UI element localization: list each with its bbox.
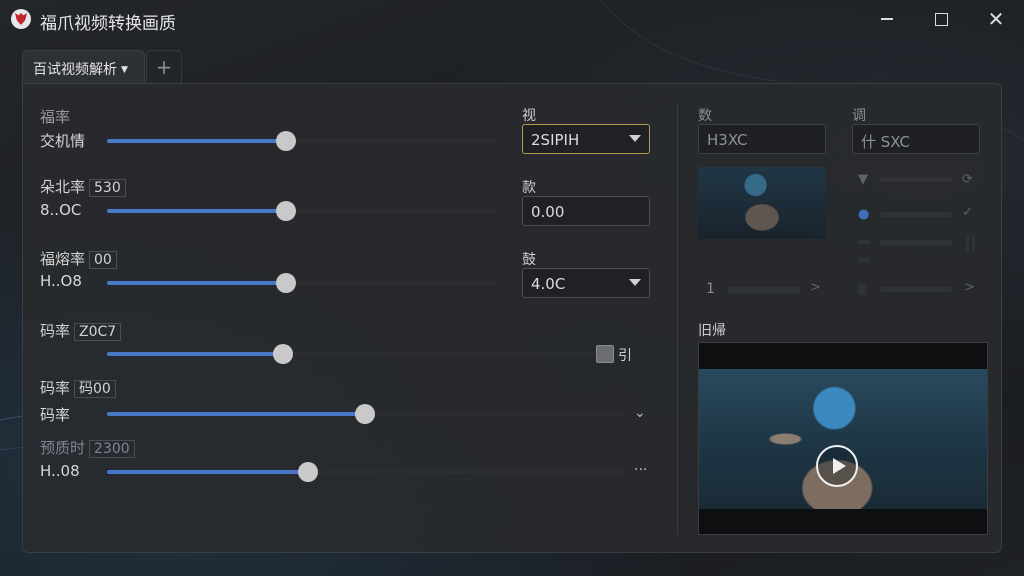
field-value: 什 SXC (861, 133, 910, 151)
setting-value: 交机情 (40, 132, 86, 150)
chevron-down-icon[interactable]: ⌄ (634, 405, 646, 421)
rate-select[interactable]: 4.0C (522, 268, 650, 298)
plus-icon: + (155, 55, 173, 79)
filter-icon[interactable]: ▼ (858, 172, 868, 187)
setting-tag: 2300 (89, 440, 135, 458)
setting-value: 8..OC (40, 201, 82, 219)
setting-label-text: 码率 (40, 322, 71, 340)
placeholder-bar (880, 177, 952, 182)
app-title: 福爪视频转换画质 (40, 14, 176, 34)
add-tab-button[interactable]: + (146, 50, 182, 84)
setting-label: 福率 (40, 108, 71, 126)
divider (677, 104, 678, 534)
slider[interactable] (107, 462, 623, 482)
close-button[interactable]: ✕ (981, 6, 1011, 32)
setting-label-text: 朵北率 (40, 178, 86, 196)
setting-value: H..O8 (40, 272, 82, 290)
slider-fill (107, 352, 283, 356)
video-preview[interactable] (698, 342, 988, 535)
select-value: 4.0C (531, 275, 566, 293)
slider-fill (107, 470, 309, 474)
placeholder-bar (966, 234, 969, 252)
chevron-down-icon[interactable]: ▼ (121, 65, 128, 75)
more-icon[interactable]: ··· (634, 462, 647, 478)
value-input[interactable]: 0.00 (522, 196, 650, 226)
setting-label: 预质时 2300 (40, 437, 135, 458)
play-button[interactable] (816, 445, 858, 487)
field-label: 视 (522, 108, 536, 124)
setting-label: 码率 Z0C7 (40, 320, 122, 341)
field-value: H3XC (707, 131, 748, 149)
setting-value: 码率 (40, 406, 71, 424)
minimize-button[interactable] (872, 6, 902, 32)
title-bar: 福爪视频转换画质 ✕ (0, 0, 1024, 38)
slider[interactable] (107, 131, 497, 151)
refresh-icon[interactable]: ⟳ (962, 172, 973, 187)
setting-tag: 00 (89, 251, 117, 269)
format-field[interactable]: 什 SXC (852, 124, 980, 154)
close-icon: ✕ (987, 7, 1005, 31)
setting-label-text: 预质时 (40, 439, 86, 457)
chevron-right-icon[interactable]: > (810, 280, 821, 295)
field-label: 鼓 (522, 252, 536, 268)
setting-tag: Z0C7 (74, 323, 122, 341)
input-value: 0.00 (531, 203, 565, 221)
maximize-button[interactable] (926, 6, 956, 32)
tab-label: 百试视频解析 (33, 62, 117, 78)
select-value: 2SIPIH (531, 131, 580, 149)
column-label: 数 (698, 108, 712, 124)
slider[interactable] (107, 201, 497, 221)
slider-fill (107, 412, 365, 416)
video-thumbnail[interactable] (698, 167, 826, 239)
placeholder-bar (858, 240, 870, 244)
field-label: 款 (522, 180, 536, 196)
placeholder-bar (858, 283, 866, 295)
setting-tag: 530 (89, 179, 126, 197)
slider[interactable] (107, 273, 497, 293)
placeholder-bar (880, 287, 952, 292)
setting-tag: 码00 (74, 380, 116, 398)
status-dot-icon: ● (858, 207, 870, 222)
dropdown-arrow-icon (629, 135, 641, 142)
setting-label: 码率 码00 (40, 377, 116, 398)
format-field[interactable]: H3XC (698, 124, 826, 154)
preview-image (699, 369, 987, 509)
placeholder-bar (880, 212, 952, 217)
slider-thumb[interactable] (272, 344, 293, 364)
dropdown-arrow-icon (629, 279, 641, 286)
checkbox-label: 引 (618, 348, 632, 364)
app-logo-icon (11, 9, 31, 29)
setting-label-text: 福熔率 (40, 250, 86, 268)
tab-video-parse[interactable]: 百试视频解析 ▼ (22, 50, 145, 84)
chevron-right-icon[interactable]: > (964, 280, 975, 295)
slider[interactable] (107, 344, 595, 364)
slider-fill (107, 281, 287, 285)
slider[interactable] (107, 404, 623, 424)
placeholder-bar (858, 258, 870, 262)
page-number: 1 (706, 281, 715, 297)
column-label: 调 (852, 108, 866, 124)
placeholder-bar (880, 240, 952, 245)
preview-label: 旧帰 (698, 323, 726, 339)
slider-thumb[interactable] (355, 404, 375, 424)
setting-label: 福熔率 00 (40, 248, 117, 269)
slider-fill (107, 209, 287, 213)
option-checkbox[interactable] (596, 345, 614, 363)
placeholder-bar (972, 234, 975, 252)
setting-label-text: 码率 (40, 379, 71, 397)
slider-fill (107, 139, 287, 143)
maximize-icon (934, 12, 948, 26)
setting-value: H..08 (40, 462, 80, 480)
resolution-select[interactable]: 2SIPIH (522, 124, 650, 154)
setting-label: 朵北率 530 (40, 176, 126, 197)
minimize-icon (881, 18, 893, 20)
progress-bar (728, 287, 800, 293)
check-icon[interactable]: ✓ (962, 205, 973, 220)
